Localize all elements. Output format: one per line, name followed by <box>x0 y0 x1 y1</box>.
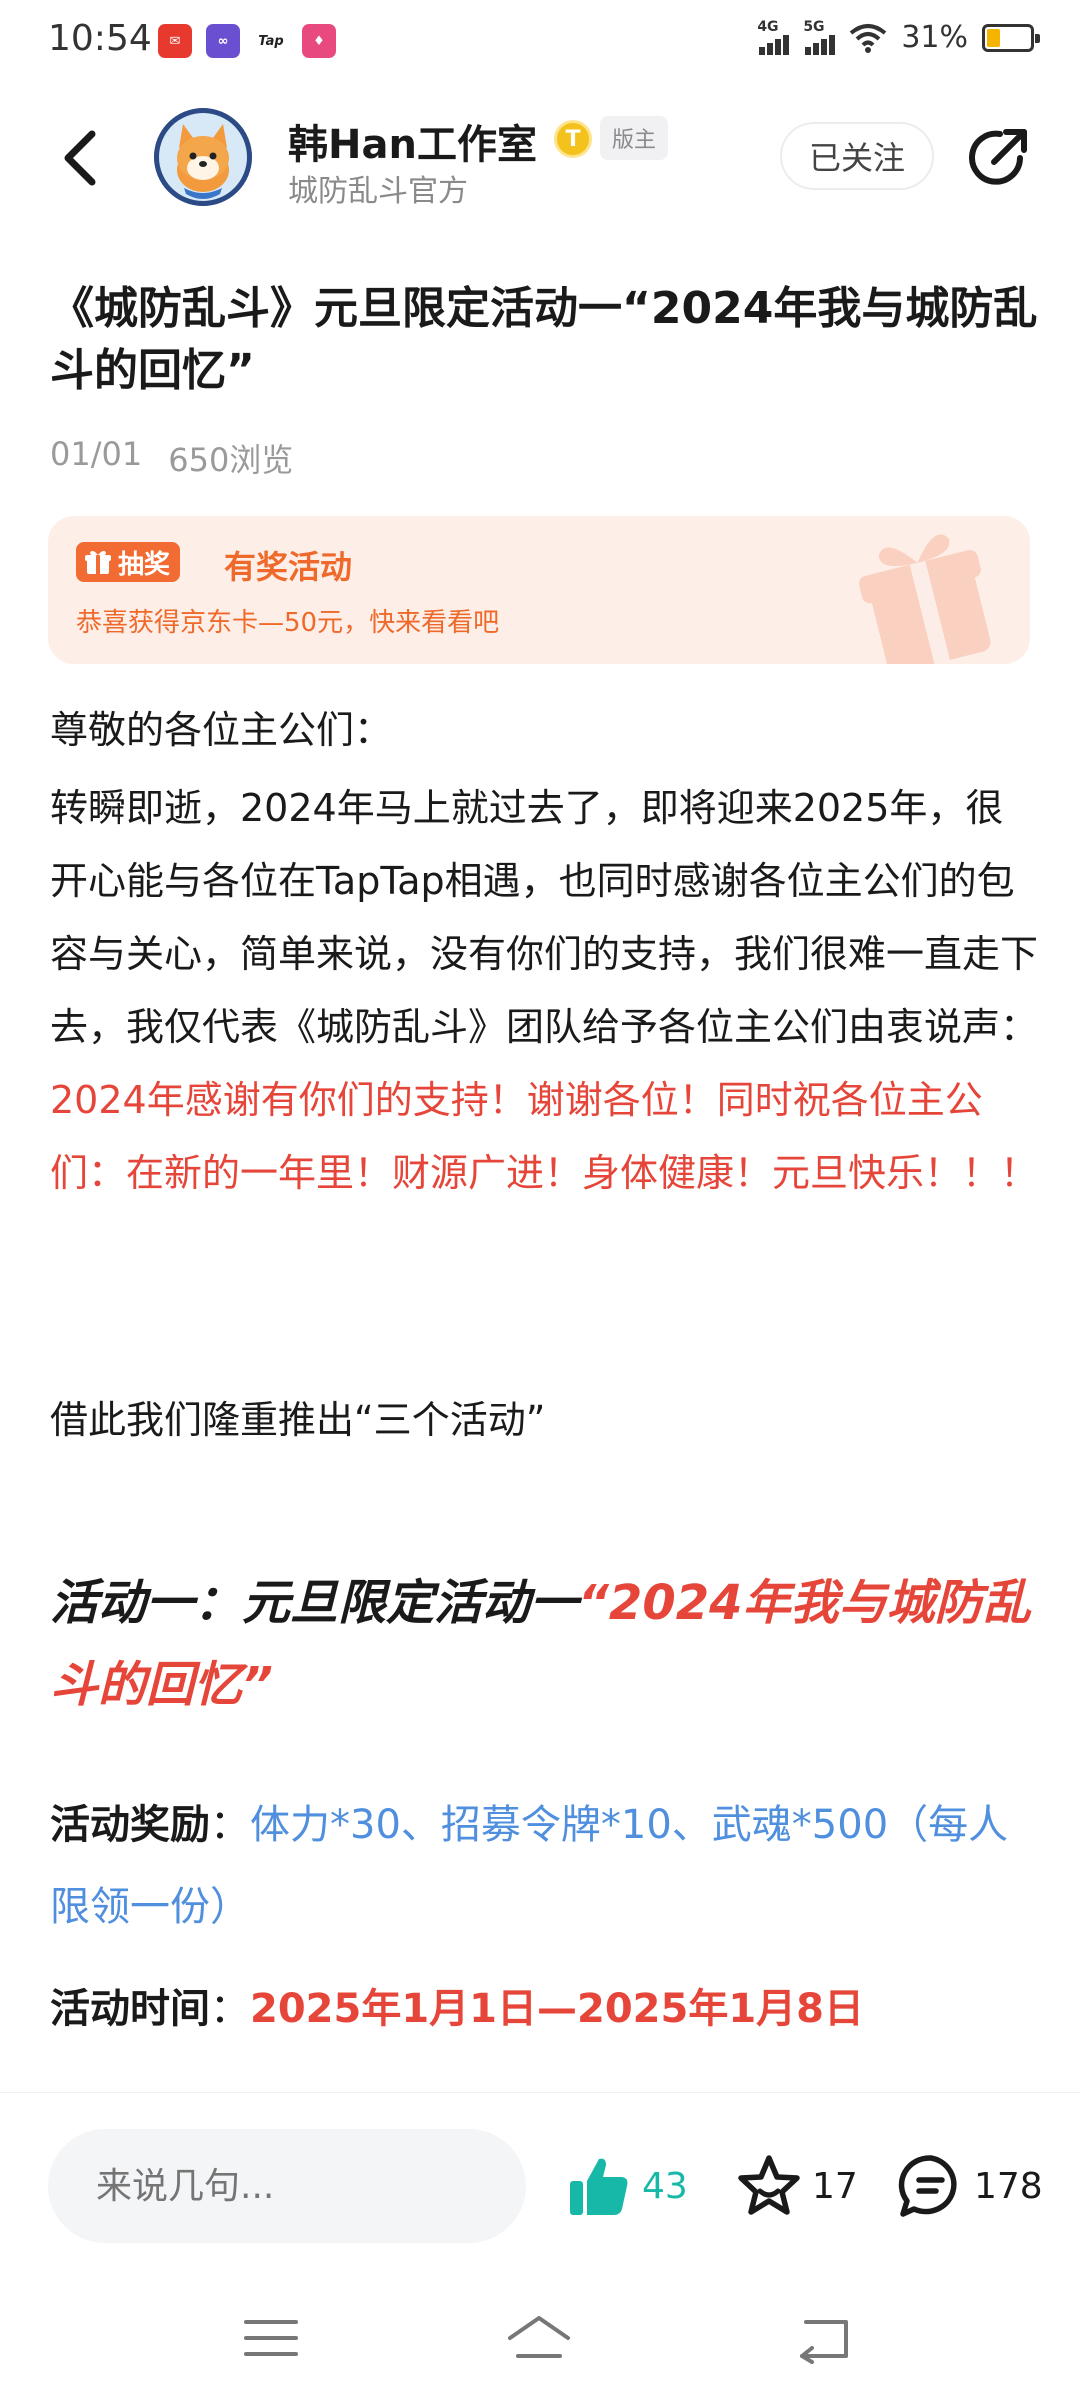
reward-colon: ： <box>210 1802 250 1848</box>
lottery-subtitle: 恭喜获得京东卡—50元，快来看看吧 <box>76 608 500 638</box>
time-value: 2025年1月1日—2025年1月8日 <box>250 1986 864 2032</box>
status-time: 10:54 <box>48 18 152 59</box>
activity-heading-prefix: 活动一：元旦限定活动一 <box>50 1575 579 1631</box>
system-nav-bar <box>0 2272 1080 2400</box>
post-meta: 01/01 650浏览 <box>50 435 293 481</box>
favorite-count: 17 <box>812 2165 858 2207</box>
signal-5g-icon: 5G <box>803 19 836 55</box>
reward-label: 活动奖励 <box>50 1802 210 1848</box>
battery-icon <box>982 23 1040 52</box>
author-subtitle: 城防乱斗官方 <box>288 174 468 209</box>
activity-heading: 活动一：元旦限定活动一“2024年我与城防乱斗的回忆” <box>50 1562 1040 1726</box>
verified-badge-icon: T <box>554 120 592 158</box>
comment-bubble-icon <box>898 2155 957 2217</box>
time-colon: ： <box>210 1986 250 2032</box>
author-name[interactable]: 韩Han工作室 <box>288 112 537 170</box>
status-app-icons: ✉ ∞ Tap ♦ <box>158 24 336 58</box>
like-count: 43 <box>642 2165 688 2207</box>
launch-text: 借此我们隆重推出“三个活动” <box>50 1398 546 1442</box>
share-icon[interactable] <box>966 124 1032 190</box>
time-row: 活动时间：2025年1月1日—2025年1月8日 <box>50 1968 1040 2050</box>
greeting-text: 尊敬的各位主公们： <box>50 708 393 752</box>
purple-app-icon: ∞ <box>206 24 240 58</box>
home-icon[interactable] <box>504 2312 574 2364</box>
status-bar: 10:54 ✉ ∞ Tap ♦ 4G 5G 31% <box>0 0 1080 84</box>
battery-percent: 31% <box>901 20 968 55</box>
status-indicators: 4G 5G 31% <box>757 19 1040 55</box>
post-date: 01/01 <box>50 435 143 473</box>
time-label: 活动时间 <box>50 1986 210 2032</box>
gift-icon <box>85 550 111 574</box>
lottery-tag: 抽奖 <box>76 542 181 582</box>
favorite-button[interactable]: 17 <box>736 2153 858 2219</box>
paragraph-intro: 转瞬即逝，2024年马上就过去了，即将迎来2025年，很开心能与各位在TapTa… <box>50 786 1039 1049</box>
star-icon <box>738 2155 800 2215</box>
body-paragraph: 转瞬即逝，2024年马上就过去了，即将迎来2025年，很开心能与各位在TapTa… <box>50 772 1040 1210</box>
gift-decoration-icon <box>859 534 991 664</box>
thumbs-up-icon <box>570 2158 628 2215</box>
wifi-icon <box>850 23 887 53</box>
lottery-title: 有奖活动 <box>224 548 353 586</box>
comment-input[interactable] <box>48 2129 526 2243</box>
avatar[interactable] <box>154 108 252 206</box>
red-app-icon: ✉ <box>158 24 192 58</box>
signal-4g-icon: 4G <box>757 19 790 55</box>
pink-app-icon: ♦ <box>302 24 336 58</box>
taptap-app-icon: Tap <box>254 24 288 58</box>
menu-icon[interactable] <box>236 2312 306 2364</box>
post-views: 650浏览 <box>168 441 294 479</box>
bottom-action-bar: 43 17 178 <box>0 2092 1080 2272</box>
like-button[interactable]: 43 <box>566 2153 688 2219</box>
post-title: 《城防乱斗》元旦限定活动一“2024年我与城防乱斗的回忆” <box>50 283 1038 396</box>
comment-button[interactable]: 178 <box>898 2153 1043 2219</box>
moderator-badge: 版主 <box>600 116 669 160</box>
post-content: 《城防乱斗》元旦限定活动一“2024年我与城防乱斗的回忆” 01/01 650浏… <box>0 270 1080 2090</box>
lottery-card[interactable]: 抽奖 有奖活动 恭喜获得京东卡—50元，快来看看吧 <box>48 516 1030 664</box>
reward-row: 活动奖励：体力*30、招募令牌*10、武魂*500（每人限领一份） <box>50 1784 1040 1948</box>
back-arrow-icon[interactable] <box>52 126 112 190</box>
paragraph-highlight-red: 2024年感谢有你们的支持！谢谢各位！同时祝各位主公们：在新的一年里！财源广进！… <box>50 1078 1039 1195</box>
comment-count: 178 <box>974 2165 1043 2207</box>
lottery-tag-label: 抽奖 <box>118 549 171 580</box>
post-header: 韩Han工作室 T 版主 城防乱斗官方 已关注 <box>0 100 1080 220</box>
back-nav-icon[interactable] <box>790 2312 860 2364</box>
follow-button[interactable]: 已关注 <box>780 122 934 190</box>
